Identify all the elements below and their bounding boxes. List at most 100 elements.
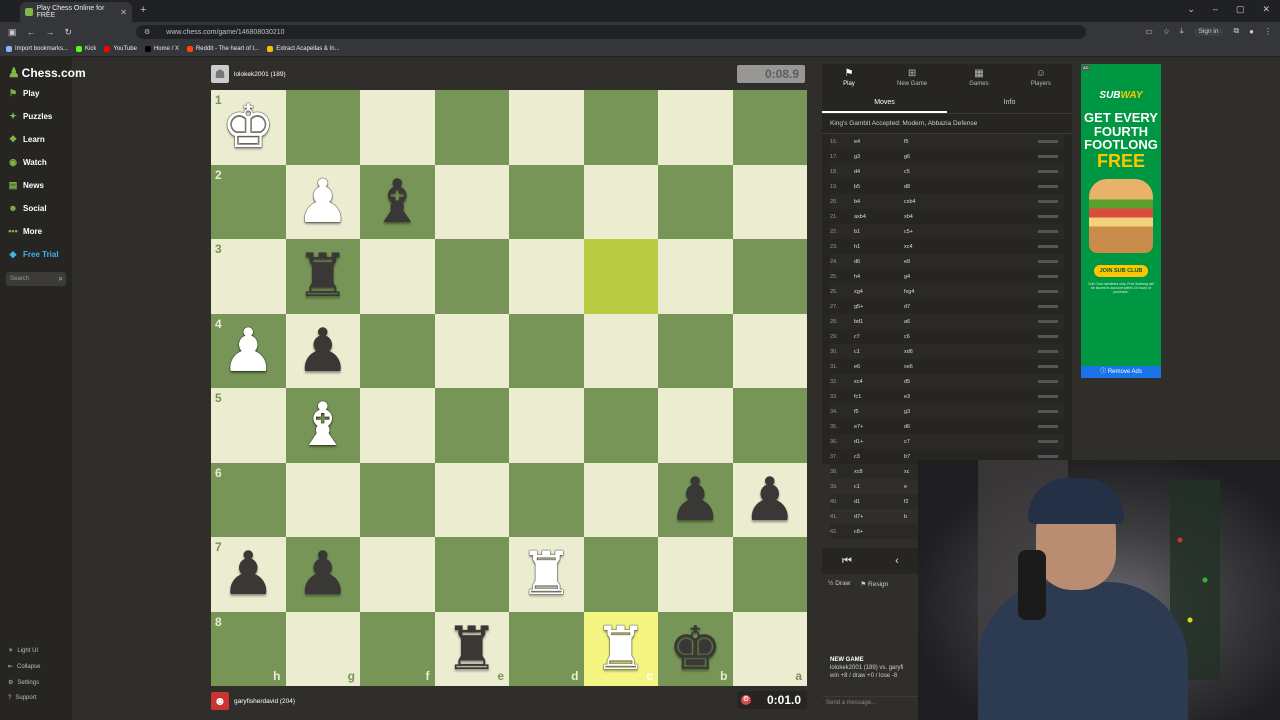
- white-move[interactable]: fc1: [854, 394, 904, 400]
- board-square[interactable]: [360, 313, 435, 388]
- panel-tab-players[interactable]: ☺ Players: [1031, 68, 1051, 92]
- white-move[interactable]: d1+: [854, 439, 904, 445]
- tab-info[interactable]: Info: [947, 92, 1072, 113]
- board-square[interactable]: [658, 388, 733, 463]
- maximize-icon[interactable]: ▢: [1236, 4, 1245, 15]
- board-square[interactable]: [583, 164, 658, 239]
- subway-advertisement[interactable]: AD SUBWAY GET EVERY FOURTH FOOTLONG FREE…: [1081, 64, 1161, 378]
- menu-icon[interactable]: ⋮: [1264, 27, 1272, 36]
- sign-in-button[interactable]: Sign in: [1193, 26, 1224, 36]
- resign-button[interactable]: ⚑ Resign: [860, 580, 888, 588]
- board-square[interactable]: [509, 388, 584, 463]
- board-square[interactable]: [360, 462, 435, 537]
- bookmark-item[interactable]: Reddit - The heart of t...: [186, 46, 259, 52]
- chess-logo[interactable]: ♟ Chess.com: [8, 65, 86, 81]
- black-move[interactable]: d8: [904, 184, 954, 190]
- board-square[interactable]: [583, 239, 658, 314]
- black-pawn-icon[interactable]: ♟: [296, 321, 350, 381]
- white-bishop-icon[interactable]: ♝: [296, 395, 350, 455]
- board-square[interactable]: [360, 388, 435, 463]
- sidebar-item-watch[interactable]: ◉ Watch: [8, 157, 47, 168]
- bookmark-item[interactable]: Import bookmarks...: [6, 46, 68, 52]
- board-square[interactable]: 1 ♚: [211, 90, 286, 165]
- black-king-icon[interactable]: ♚: [668, 619, 722, 679]
- black-move[interactable]: f5: [904, 139, 954, 145]
- sidebar-item-news[interactable]: ▤ News: [8, 180, 44, 191]
- chat-input[interactable]: Send a message...: [822, 696, 918, 710]
- board-square[interactable]: [509, 239, 584, 314]
- white-move[interactable]: b5: [854, 184, 904, 190]
- black-move[interactable]: b7: [904, 454, 954, 460]
- black-move[interactable]: fxg4: [904, 289, 954, 295]
- board-square[interactable]: f: [360, 611, 435, 686]
- board-square[interactable]: [434, 388, 509, 463]
- white-move[interactable]: bd1: [854, 319, 904, 325]
- bookmark-item[interactable]: Extract Acapellas & In...: [267, 46, 340, 52]
- url-field[interactable]: ⚙ www.chess.com/game/146808030210: [136, 25, 1086, 39]
- close-tab-icon[interactable]: ✕: [120, 8, 127, 17]
- tab-search-icon[interactable]: ⌄: [1187, 4, 1195, 15]
- board-square[interactable]: [509, 164, 584, 239]
- board-square[interactable]: [658, 164, 733, 239]
- sidebar-item-free-trial[interactable]: ◆ Free Trial: [8, 249, 59, 260]
- avatar[interactable]: ☗: [211, 65, 229, 83]
- black-move[interactable]: xb4: [904, 214, 954, 220]
- sidebar-bottom-settings[interactable]: ⚙ Settings: [8, 679, 39, 687]
- board-square[interactable]: d: [509, 611, 584, 686]
- board-square[interactable]: [732, 313, 807, 388]
- reload-icon[interactable]: ↻: [65, 27, 73, 38]
- panel-tab-new-game[interactable]: ⊞ New Game: [897, 68, 927, 92]
- white-move[interactable]: xc8: [854, 469, 904, 475]
- black-pawn-icon[interactable]: ♟: [221, 544, 275, 604]
- white-move[interactable]: e6: [854, 364, 904, 370]
- white-move[interactable]: b4: [854, 199, 904, 205]
- black-pawn-icon[interactable]: ♟: [743, 470, 797, 530]
- chess-board[interactable]: 1 ♚ 2 ♟ ♝ 3 ♜ 4 ♟ ♟ 5 ♝ 6 ♟ ♟ 7 ♟ ♟ ♜ 8 h g f e ♜ d c ♜ b ♚ a: [211, 90, 807, 686]
- board-square[interactable]: 8h: [211, 611, 286, 686]
- extensions-icon[interactable]: ⧉: [1233, 26, 1239, 36]
- board-square[interactable]: [285, 462, 360, 537]
- board-square[interactable]: [434, 90, 509, 165]
- join-sub-club-button[interactable]: JOIN SUB CLUB: [1094, 264, 1148, 277]
- new-tab-icon[interactable]: +: [140, 4, 146, 16]
- previous-move-icon[interactable]: ‹: [872, 548, 922, 574]
- black-move[interactable]: e3: [904, 394, 954, 400]
- white-move[interactable]: d4: [854, 169, 904, 175]
- black-move[interactable]: xd6: [904, 349, 954, 355]
- black-move[interactable]: d7: [904, 304, 954, 310]
- board-square[interactable]: ♟: [285, 537, 360, 612]
- board-square[interactable]: [658, 239, 733, 314]
- sidebar-bottom-light-ui[interactable]: ☀ Light UI: [8, 647, 38, 655]
- avatar[interactable]: ☻: [211, 692, 229, 710]
- black-move[interactable]: c7: [904, 439, 954, 445]
- board-square[interactable]: [658, 90, 733, 165]
- draw-button[interactable]: ½ Draw: [828, 580, 850, 588]
- black-move[interactable]: g4: [904, 274, 954, 280]
- board-square[interactable]: c ♜: [583, 611, 658, 686]
- sidebar-bottom-collapse[interactable]: ⇤ Collapse: [8, 663, 40, 671]
- board-square[interactable]: [509, 462, 584, 537]
- board-square[interactable]: ♜: [285, 239, 360, 314]
- sidebar-icon[interactable]: ▣: [8, 27, 17, 38]
- black-pawn-icon[interactable]: ♟: [668, 470, 722, 530]
- white-move[interactable]: h1: [854, 244, 904, 250]
- black-move[interactable]: c6: [904, 334, 954, 340]
- board-square[interactable]: [509, 90, 584, 165]
- board-square[interactable]: g: [285, 611, 360, 686]
- white-move[interactable]: h4: [854, 274, 904, 280]
- board-square[interactable]: ♟: [658, 462, 733, 537]
- white-move[interactable]: c1: [854, 349, 904, 355]
- white-move[interactable]: b1: [854, 229, 904, 235]
- board-square[interactable]: ♟: [732, 462, 807, 537]
- black-move[interactable]: a6: [904, 319, 954, 325]
- search-icon[interactable]: ⌕: [59, 274, 63, 284]
- board-square[interactable]: 3: [211, 239, 286, 314]
- board-square[interactable]: 5: [211, 388, 286, 463]
- white-move[interactable]: c1: [854, 484, 904, 490]
- board-square[interactable]: [360, 537, 435, 612]
- close-window-icon[interactable]: ✕: [1262, 4, 1270, 15]
- black-move[interactable]: c5+: [904, 229, 954, 235]
- bookmark-item[interactable]: YouTube: [104, 46, 137, 52]
- white-move[interactable]: xg4: [854, 289, 904, 295]
- opening-name[interactable]: King's Gambit Accepted: Modern, Abbazia …: [822, 114, 1072, 134]
